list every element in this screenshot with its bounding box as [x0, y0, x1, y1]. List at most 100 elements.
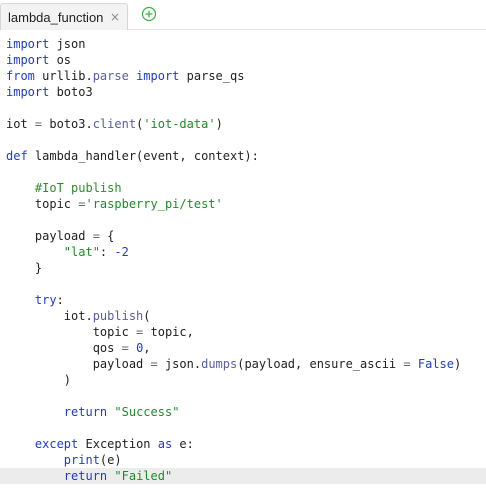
code-token: (e): [99, 453, 122, 467]
tab-lambda-function[interactable]: lambda_function ×: [0, 3, 128, 30]
code-token: return: [63, 469, 108, 483]
code-line[interactable]: }: [0, 260, 486, 276]
code-token: Exception: [78, 437, 158, 451]
code-token: "Success": [114, 405, 180, 419]
code-token: boto3: [49, 85, 93, 99]
code-line[interactable]: from urllib.parse import parse_qs: [0, 68, 486, 84]
code-line[interactable]: "lat": -2: [0, 244, 486, 260]
code-token: ): [453, 357, 462, 371]
code-line[interactable]: [0, 212, 486, 228]
code-line[interactable]: topic = topic,: [0, 324, 486, 340]
code-token: {: [99, 229, 115, 243]
code-token: def: [6, 149, 28, 163]
code-editor: lambda_function × import json import os fr…: [0, 0, 486, 493]
code-line[interactable]: return "Success": [0, 404, 486, 420]
code-token: ): [215, 117, 223, 131]
code-line[interactable]: def lambda_handler(event, context):: [0, 148, 486, 164]
code-token: (: [143, 309, 151, 323]
close-icon[interactable]: ×: [110, 10, 120, 24]
code-token: as: [157, 437, 173, 451]
tab-title: lambda_function: [8, 10, 104, 25]
code-token: ): [6, 373, 72, 387]
code-token: topic: [6, 197, 79, 211]
code-token: #IoT publish: [34, 181, 122, 195]
code-token: from: [6, 69, 35, 83]
code-line[interactable]: [0, 420, 486, 436]
plus-circle-icon-graphic: [141, 6, 157, 22]
code-token: payload: [6, 357, 151, 371]
code-line[interactable]: except Exception as e:: [0, 436, 486, 452]
code-token: ,: [143, 341, 151, 355]
plus-circle-icon[interactable]: [141, 6, 157, 22]
code-line[interactable]: [0, 276, 486, 292]
code-line[interactable]: print(e): [0, 452, 486, 468]
code-line[interactable]: ): [0, 372, 486, 388]
code-token: print: [63, 453, 100, 467]
code-token: qos: [6, 341, 122, 355]
code-token: 'raspberry_pi/test': [85, 197, 223, 211]
code-token: :: [99, 245, 115, 259]
code-token: return: [63, 405, 108, 419]
code-line[interactable]: qos = 0,: [0, 340, 486, 356]
code-token: try: [34, 293, 57, 307]
code-token: =: [150, 357, 158, 371]
code-token: lambda_handler(event, context):: [27, 149, 259, 163]
code-token: json.: [157, 357, 202, 371]
code-line[interactable]: [0, 388, 486, 404]
code-token: parse: [92, 69, 129, 83]
code-token: :: [56, 293, 64, 307]
code-token: "lat": [63, 245, 100, 259]
code-token: =: [121, 341, 129, 355]
code-token: }: [6, 261, 43, 275]
code-line[interactable]: try:: [0, 292, 486, 308]
code-token: =: [403, 357, 411, 371]
code-line[interactable]: return "Failed": [0, 468, 486, 484]
code-token: import: [6, 85, 50, 99]
code-token: =: [92, 229, 100, 243]
code-token: urllib.: [34, 69, 93, 83]
code-line[interactable]: topic ='raspberry_pi/test': [0, 196, 486, 212]
code-editor-body[interactable]: import json import os from urllib.parse im…: [0, 30, 486, 493]
code-line[interactable]: [0, 132, 486, 148]
code-line[interactable]: payload = json.dumps(payload, ensure_asc…: [0, 356, 486, 372]
code-token: json: [49, 37, 86, 51]
code-token: dumps: [201, 357, 238, 371]
code-token: os: [49, 53, 72, 67]
code-token: boto3.: [42, 117, 93, 131]
code-token: False: [417, 357, 454, 371]
code-token: e:: [172, 437, 194, 451]
code-line[interactable]: payload = {: [0, 228, 486, 244]
editor-tab-bar: lambda_function ×: [0, 0, 486, 30]
code-token: client: [92, 117, 137, 131]
code-token: payload: [6, 229, 93, 243]
code-line[interactable]: iot = boto3.client('iot-data'): [0, 116, 486, 132]
code-token: topic: [6, 325, 137, 339]
code-line[interactable]: import os: [0, 52, 486, 68]
code-token: topic,: [143, 325, 194, 339]
code-line[interactable]: import json: [0, 36, 486, 52]
code-line[interactable]: [0, 164, 486, 180]
code-token: 'iot-data': [143, 117, 216, 131]
code-token: except: [34, 437, 79, 451]
code-token: parse_qs: [179, 69, 245, 83]
code-token: "Failed": [114, 469, 173, 483]
code-line[interactable]: iot.publish(: [0, 308, 486, 324]
code-line[interactable]: #IoT publish: [0, 180, 486, 196]
code-line[interactable]: [0, 100, 486, 116]
code-token: import: [6, 37, 50, 51]
code-token: iot: [6, 117, 35, 131]
code-token: (payload, ensure_ascii: [237, 357, 404, 371]
code-token: -2: [114, 245, 129, 259]
code-token: import: [6, 53, 50, 67]
code-line[interactable]: import boto3: [0, 84, 486, 100]
